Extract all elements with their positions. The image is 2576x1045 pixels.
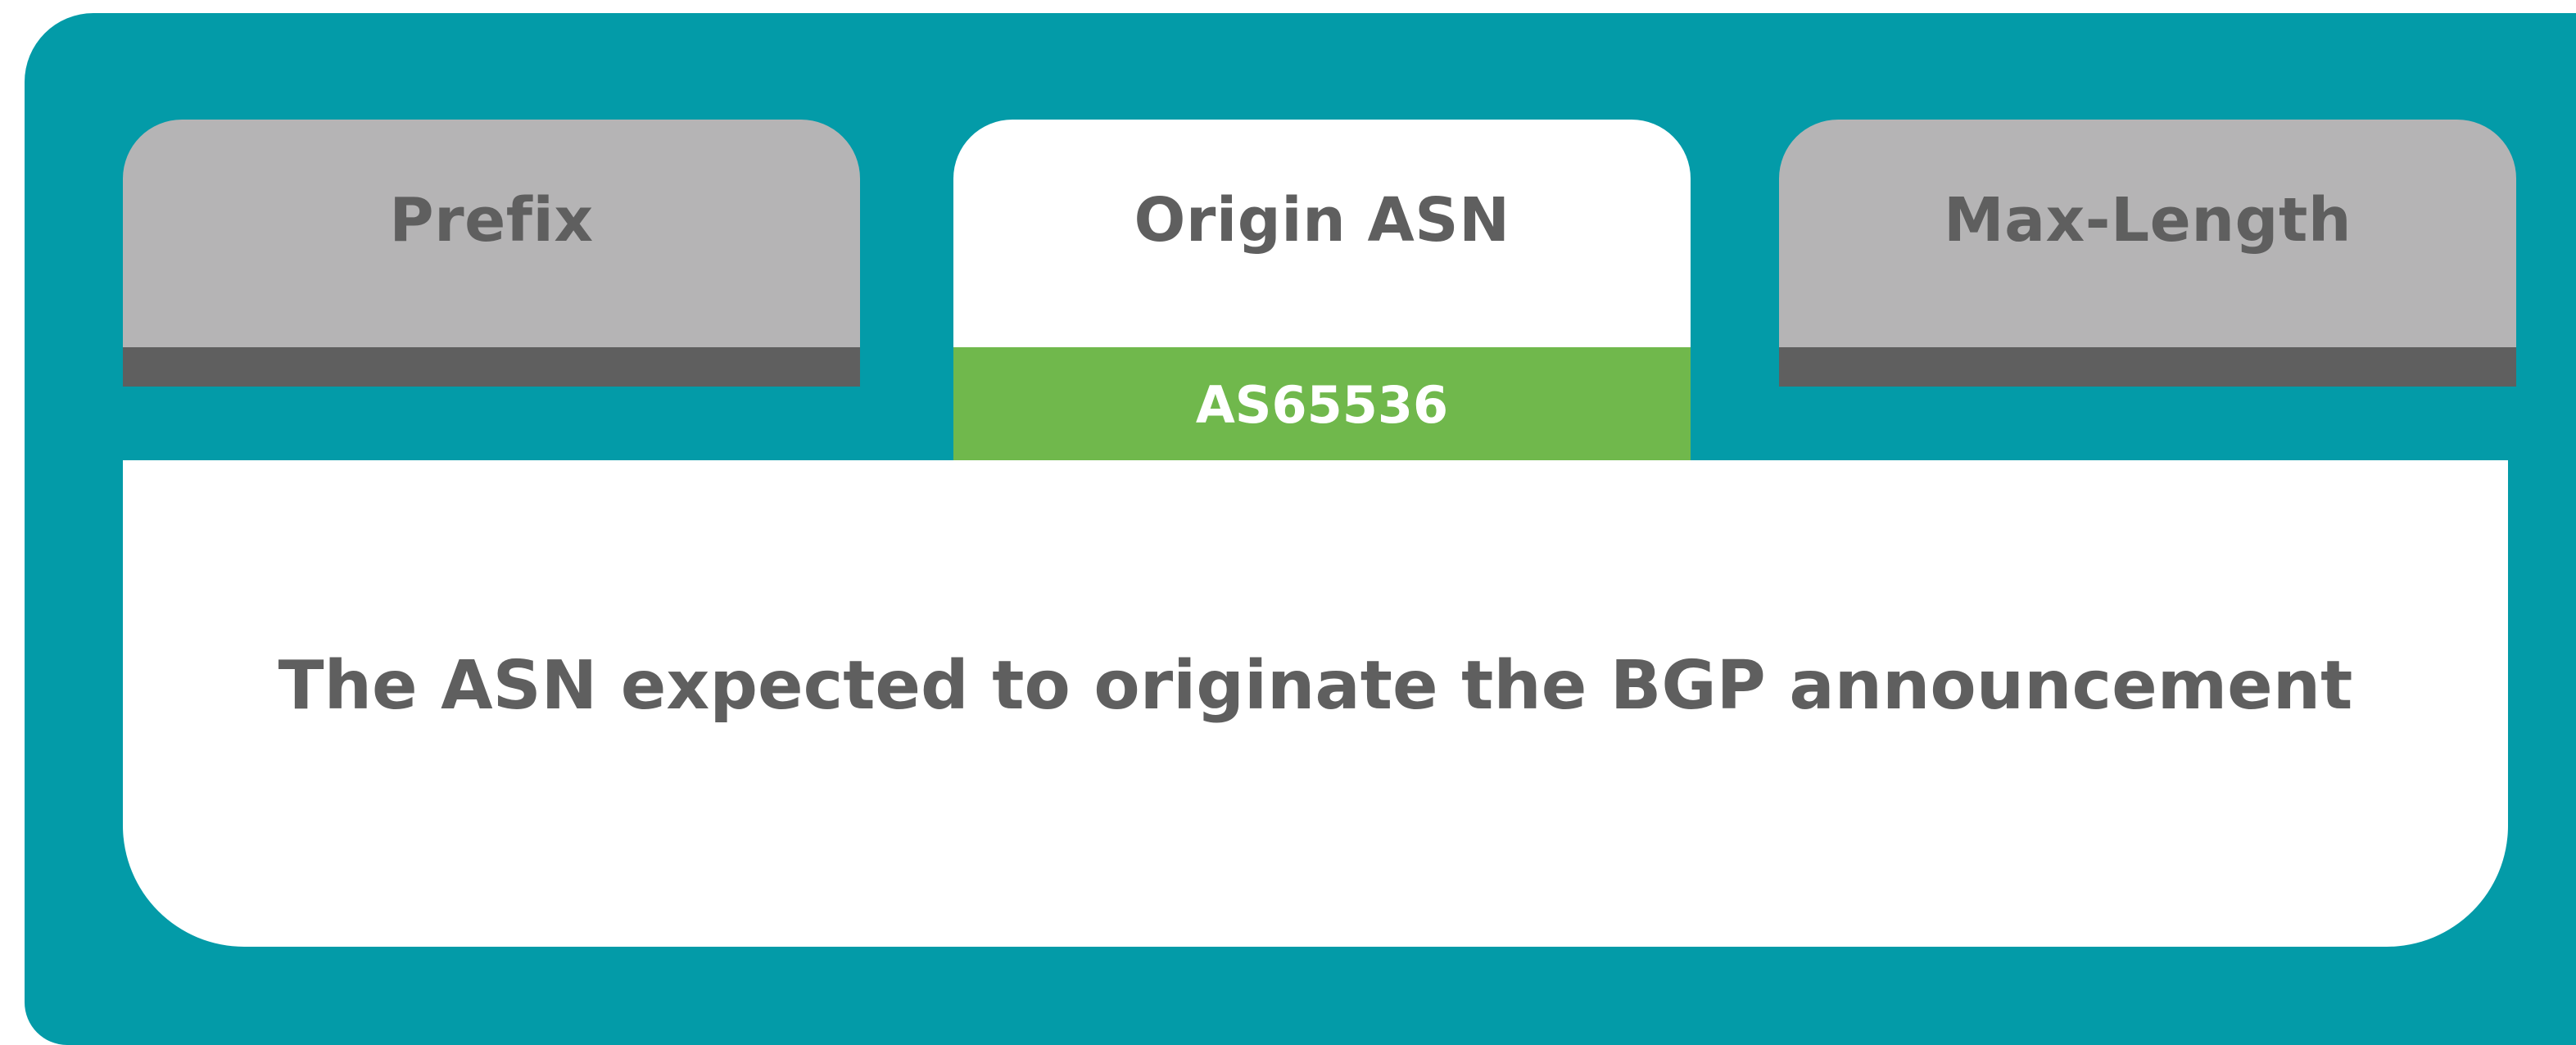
tab-prefix-label: Prefix <box>389 185 594 256</box>
origin-asn-value-bar: AS65536 <box>953 347 1691 462</box>
description-text: The ASN expected to originate the BGP an… <box>278 647 2353 725</box>
tab-max-length-label: Max-Length <box>1943 185 2352 256</box>
tab-origin-asn[interactable]: Origin ASN <box>953 120 1691 347</box>
tab-prefix-underline <box>123 347 860 387</box>
tab-max-length[interactable]: Max-Length <box>1779 120 2516 347</box>
tab-origin-asn-label: Origin ASN <box>1134 185 1510 256</box>
tab-prefix[interactable]: Prefix <box>123 120 860 347</box>
origin-asn-value: AS65536 <box>1195 375 1449 435</box>
description-panel: The ASN expected to originate the BGP an… <box>123 460 2508 947</box>
tab-max-length-underline <box>1779 347 2516 387</box>
